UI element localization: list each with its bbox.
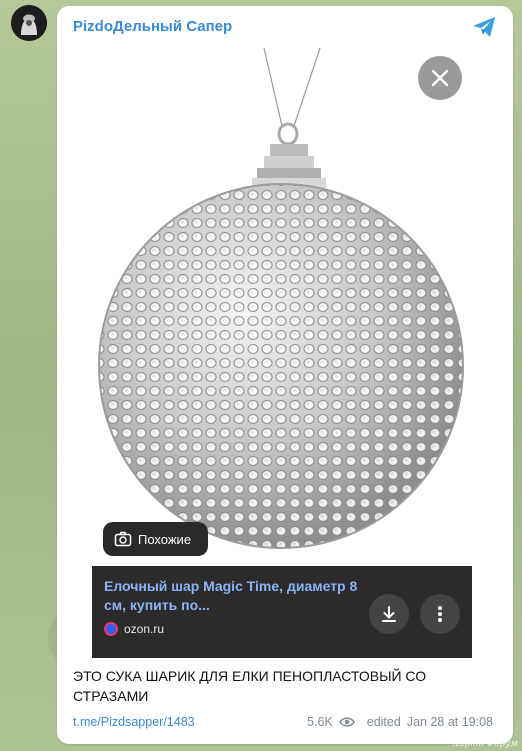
ozon-logo-icon (104, 622, 118, 636)
ornament-photo (92, 48, 472, 566)
post-caption: ЭТО СУКА ШАРИК ДЛЯ ЕЛКИ ПЕНОПЛАСТОВЫЙ СО… (73, 668, 427, 704)
search-result-card[interactable]: Елочный шар Magic Time, диаметр 8 см, ку… (92, 566, 472, 658)
channel-avatar[interactable] (11, 5, 47, 41)
close-icon (431, 69, 449, 87)
watermark: Харків Форум (452, 739, 518, 749)
similar-label: Похожие (138, 531, 192, 547)
more-options-button[interactable] (420, 594, 460, 634)
result-source-label: ozon.ru (124, 622, 165, 636)
post-link[interactable]: t.me/Pizdsapper/1483 (73, 715, 195, 729)
more-vert-icon (438, 606, 442, 622)
view-count: 5.6K (307, 715, 333, 729)
post-meta: 5.6K edited Jan 28 at 19:08 (307, 715, 493, 729)
edited-label: edited (366, 715, 401, 729)
download-button[interactable] (369, 594, 409, 634)
eye-icon (338, 717, 355, 727)
share-icon[interactable] (471, 14, 497, 40)
result-title[interactable]: Елочный шар Magic Time, диаметр 8 см, ку… (104, 577, 364, 615)
post-date: Jan 28 at 19:08 (406, 715, 493, 729)
camera-icon (114, 531, 132, 547)
close-button[interactable] (418, 56, 462, 100)
result-source: ozon.ru (104, 622, 164, 636)
download-icon (382, 606, 396, 622)
message-bubble: PizdoДельный Сапер Похожие Елочный шар M… (57, 6, 513, 744)
similar-button[interactable]: Похожие (103, 522, 208, 556)
channel-name[interactable]: PizdoДельный Сапер (73, 18, 232, 35)
post-footer: t.me/Pizdsapper/1483 5.6K edited Jan 28 … (73, 715, 503, 733)
media-screenshot[interactable]: Похожие Елочный шар Magic Time, диаметр … (92, 48, 472, 658)
